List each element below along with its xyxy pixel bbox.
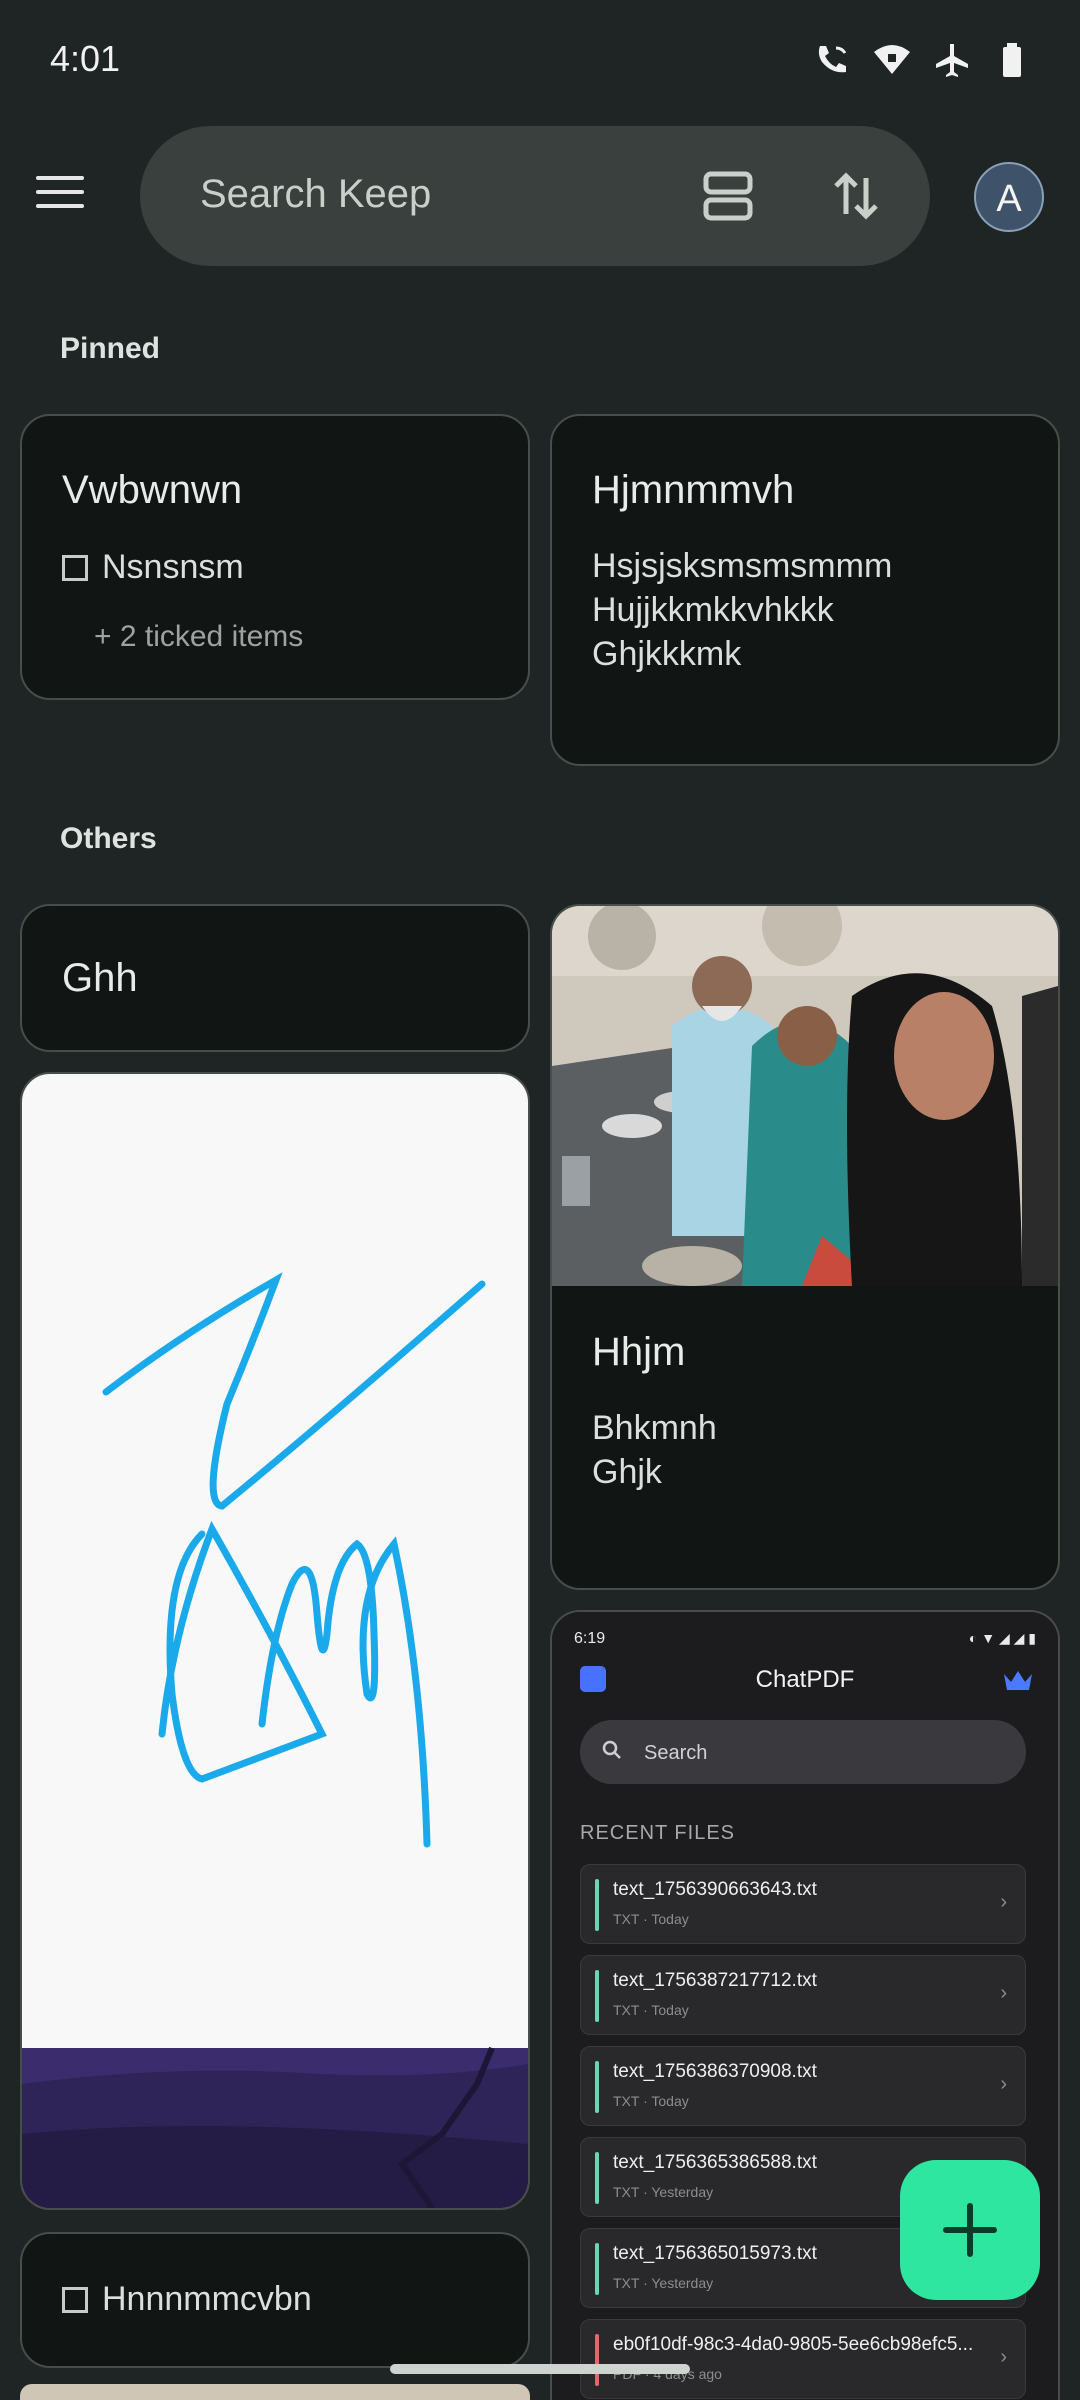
file-row: eb0f10df-98c3-4da0-9805-5ee6cb98efc5... …: [580, 2319, 1026, 2399]
top-app-bar: Search Keep A: [0, 126, 1080, 266]
file-meta: TXT · Today: [613, 2002, 689, 2018]
account-avatar[interactable]: A: [974, 162, 1044, 232]
note-card-checklist[interactable]: Hnnnmmcvbn: [20, 2232, 530, 2368]
note-card-photo[interactable]: Hhjm Bhkmnh Ghjk: [550, 904, 1060, 1590]
file-name: text_1756390663643.txt: [613, 1879, 817, 1900]
mini-status-time: 6:19: [574, 1630, 606, 1647]
file-name: eb0f10df-98c3-4da0-9805-5ee6cb98efc5...: [613, 2334, 974, 2355]
checkbox-icon: [62, 2286, 88, 2313]
section-others: Others: [60, 822, 157, 855]
sketch-drawing: [22, 1272, 528, 2208]
gesture-nav-bar[interactable]: [390, 2364, 690, 2374]
checkbox-icon: [62, 554, 88, 581]
crown-icon: [1002, 1668, 1034, 1694]
file-name: text_1756365386588.txt: [613, 2152, 817, 2173]
note-card-pinned-1[interactable]: Vwbwnwn Nsnsnsm + 2 ticked items: [20, 414, 530, 700]
status-icons: [812, 40, 1032, 80]
wifi-icon: [872, 40, 912, 80]
file-row: text_1756387217712.txt TXT · Today ›: [580, 1955, 1026, 2035]
file-meta: TXT · Yesterday: [613, 2275, 714, 2291]
checklist-item: Hnnnmmcvbn: [62, 2280, 312, 2319]
chevron-right-icon: ›: [1000, 2073, 1007, 2095]
checklist-item: Nsnsnsm: [62, 548, 244, 587]
mini-app-title: ChatPDF: [755, 1666, 855, 1693]
search-icon: [602, 1740, 622, 1760]
airplane-mode-icon: [932, 40, 972, 80]
file-row: text_1756386370908.txt TXT · Today ›: [580, 2046, 1026, 2126]
mini-search-bar: Search: [580, 1720, 1026, 1784]
menu-icon[interactable]: [36, 176, 84, 216]
mini-search-placeholder: Search: [644, 1742, 708, 1764]
file-name: text_1756386370908.txt: [613, 2061, 817, 2082]
chevron-right-icon: ›: [1000, 1891, 1007, 1913]
note-title: Vwbwnwn: [62, 468, 243, 512]
note-line: Bhkmnh: [592, 1409, 717, 1447]
note-card-pinned-2[interactable]: Hjmnmmvh Hsjsjsksmsmsmmm Hujjkkmkkvhkkk …: [550, 414, 1060, 766]
file-meta: TXT · Yesterday: [613, 2184, 714, 2200]
list-view-icon[interactable]: [696, 166, 760, 226]
file-meta: TXT · Today: [613, 2093, 689, 2109]
next-note-preview: [20, 2384, 530, 2400]
plus-icon: [943, 2203, 997, 2257]
checklist-item-text: Hnnnmmcvbn: [102, 2280, 312, 2318]
chevron-right-icon: ›: [1000, 2346, 1007, 2368]
sort-icon[interactable]: [824, 164, 888, 228]
search-placeholder: Search Keep: [200, 172, 432, 216]
note-line: Ghjkkkmk: [592, 635, 742, 673]
mini-status-icons: ◐ ▼ ◢ ◢ ▮: [968, 1630, 1036, 1646]
note-body: Hsjsjsksmsmsmmm Hujjkkmkkvhkkk Ghjkkkmk: [592, 544, 892, 676]
checklist-item-text: Nsnsnsm: [102, 548, 244, 586]
status-time: 4:01: [50, 38, 121, 79]
note-line: Hsjsjsksmsmsmmm: [592, 547, 893, 585]
status-bar: 4:01: [0, 0, 1080, 120]
battery-icon: [992, 40, 1032, 80]
file-name: text_1756365015973.txt: [613, 2243, 817, 2264]
note-title: Hhjm: [592, 1330, 686, 1374]
file-row: text_1756390663643.txt TXT · Today ›: [580, 1864, 1026, 1944]
note-photo-image: [552, 906, 1058, 1286]
mini-recent-label: RECENT FILES: [580, 1822, 735, 1844]
note-line: Hujjkkmkkvhkkk: [592, 591, 834, 629]
note-body: Bhkmnh Ghjk: [592, 1406, 717, 1494]
file-name: text_1756387217712.txt: [613, 1970, 817, 1991]
note-title: Hjmnmmvh: [592, 468, 795, 512]
add-note-fab[interactable]: [900, 2160, 1040, 2300]
note-line: Ghjk: [592, 1453, 662, 1491]
file-meta: TXT · Today: [613, 1911, 689, 1927]
note-title: Ghh: [62, 956, 138, 1000]
section-pinned: Pinned: [60, 332, 161, 365]
wifi-call-icon: [812, 40, 852, 80]
chevron-right-icon: ›: [1000, 1982, 1007, 2004]
note-card-other-1[interactable]: Ghh: [20, 904, 530, 1052]
search-bar[interactable]: Search Keep: [140, 126, 930, 266]
note-card-drawing[interactable]: [20, 1072, 530, 2210]
ticked-items-count: + 2 ticked items: [94, 620, 304, 653]
